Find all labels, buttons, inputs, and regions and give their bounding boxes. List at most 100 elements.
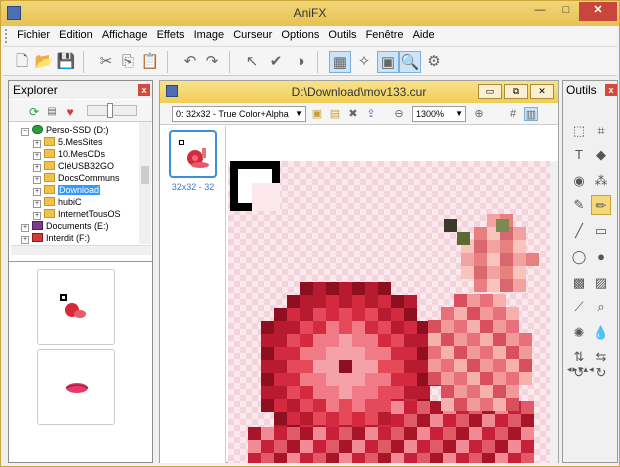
menu-image[interactable]: Image bbox=[191, 27, 228, 43]
eraser-icon[interactable]: ◆ bbox=[591, 145, 611, 165]
gradient-icon[interactable]: ▨ bbox=[591, 273, 611, 293]
check-icon[interactable]: ✔ bbox=[265, 51, 287, 73]
tree-node[interactable]: + hubiC bbox=[33, 196, 82, 208]
doc-close-button[interactable]: ✕ bbox=[530, 84, 554, 99]
insert-image-icon[interactable]: ▤ bbox=[328, 107, 342, 121]
tree-node[interactable]: − Perso-SSD (D:) bbox=[21, 124, 109, 136]
menu-options[interactable]: Options bbox=[278, 27, 322, 43]
select-icon[interactable]: ⬚ bbox=[569, 121, 589, 141]
tree-node[interactable]: + DocsCommuns bbox=[33, 172, 120, 184]
title-bar[interactable]: AniFX — □ ✕ bbox=[1, 1, 619, 26]
canvas-scrollbar[interactable] bbox=[550, 161, 558, 463]
tools-icon[interactable]: ⚙ bbox=[423, 51, 445, 73]
eyedropper-icon[interactable]: ⟋ bbox=[569, 297, 589, 317]
menu-fichier[interactable]: Fichier bbox=[14, 27, 53, 43]
drop-icon[interactable]: 💧 bbox=[591, 323, 611, 343]
cut-icon[interactable]: ✂ bbox=[95, 51, 117, 73]
cursor-thumbnail-lips[interactable] bbox=[37, 349, 115, 425]
hotspot-icon[interactable]: ◑ bbox=[289, 51, 311, 73]
tree-node[interactable]: + Download bbox=[33, 184, 101, 196]
delete-image-icon[interactable]: ✖ bbox=[346, 107, 360, 121]
tree-node[interactable]: +5.MesSites bbox=[33, 136, 103, 148]
doc-restore-button[interactable]: ⧉ bbox=[504, 84, 528, 99]
cursor-thumbnail-snail[interactable] bbox=[37, 269, 115, 345]
expand-toggle-icon[interactable]: + bbox=[33, 176, 41, 184]
brush-icon[interactable]: ✎ bbox=[569, 195, 589, 215]
expand-toggle-icon[interactable]: + bbox=[33, 188, 41, 196]
minimize-button[interactable]: — bbox=[527, 2, 553, 21]
slider-handle[interactable] bbox=[107, 103, 113, 118]
expand-toggle-icon[interactable]: + bbox=[21, 224, 29, 232]
preview-toggle-icon[interactable]: ▥ bbox=[524, 107, 538, 121]
expand-toggle-icon[interactable]: − bbox=[21, 128, 29, 136]
explorer-close-button[interactable]: x bbox=[138, 84, 150, 96]
tree-node[interactable]: + Interdit (F:) bbox=[21, 232, 90, 244]
menu-curseur[interactable]: Curseur bbox=[230, 27, 275, 43]
undo-icon[interactable]: ↶ bbox=[179, 51, 201, 73]
tools-close-button[interactable]: x bbox=[605, 84, 617, 96]
folder-icon bbox=[44, 161, 55, 170]
pixel-canvas[interactable] bbox=[228, 161, 550, 463]
document-title-bar[interactable]: D:\Download\mov133.cur ▭ ⧉ ✕ bbox=[160, 81, 558, 103]
expand-toggle-icon[interactable]: + bbox=[33, 212, 41, 220]
expand-toggle-icon[interactable]: + bbox=[33, 152, 41, 160]
grid-toggle-icon[interactable]: # bbox=[506, 107, 520, 121]
add-image-icon[interactable]: ▣ bbox=[310, 107, 324, 121]
paste-icon[interactable]: 📋 bbox=[139, 51, 161, 73]
line-icon[interactable]: ╱ bbox=[569, 221, 589, 241]
spray-icon[interactable]: ⁂ bbox=[591, 171, 611, 191]
crop-icon[interactable]: ⌗ bbox=[591, 121, 611, 141]
filled-ellipse-icon[interactable]: ● bbox=[591, 247, 611, 267]
tree-node[interactable]: + CléUSB32GO bbox=[33, 160, 114, 172]
close-button[interactable]: ✕ bbox=[579, 2, 617, 21]
format-select[interactable]: 0: 32x32 - True Color+Alpha ▼ bbox=[172, 106, 306, 122]
zoom-in-icon[interactable]: ⊕ bbox=[472, 107, 486, 121]
doc-minimize-button[interactable]: ▭ bbox=[478, 84, 502, 99]
frame-view-icon[interactable]: ▣ bbox=[377, 51, 399, 73]
tree-node[interactable]: + Documents (E:) bbox=[21, 220, 109, 232]
expand-toggle-icon[interactable]: + bbox=[33, 200, 41, 208]
zoom-select[interactable]: 1300% ▼ bbox=[412, 106, 466, 122]
open-folder-icon[interactable]: 📂 bbox=[33, 51, 55, 73]
zoom-icon[interactable]: 🔍 bbox=[399, 51, 421, 73]
tree-hscrollbar[interactable] bbox=[11, 245, 151, 255]
cursor-test-icon[interactable]: ↖ bbox=[241, 51, 263, 73]
zoom-out-icon[interactable]: ⊖ bbox=[392, 107, 406, 121]
frog-icon[interactable]: ✧ bbox=[353, 51, 375, 73]
text-icon[interactable]: T bbox=[569, 145, 589, 165]
rectangle-icon[interactable]: ▭ bbox=[591, 221, 611, 241]
tree-node[interactable]: + InternetTousOS bbox=[33, 208, 121, 220]
pattern-icon[interactable]: ▩ bbox=[569, 273, 589, 293]
menu-affichage[interactable]: Affichage bbox=[99, 27, 151, 43]
tree-scrollbar[interactable] bbox=[139, 122, 151, 244]
light-bulb-icon[interactable]: ✺ bbox=[569, 323, 589, 343]
expand-toggle-icon[interactable]: + bbox=[33, 140, 41, 148]
menu-aide[interactable]: Aide bbox=[410, 27, 438, 43]
redo-icon[interactable]: ↷ bbox=[201, 51, 223, 73]
tree-node[interactable]: +10.MesCDs bbox=[33, 148, 105, 160]
grid-view-icon[interactable]: ▦ bbox=[329, 51, 351, 73]
pencil-icon[interactable]: ✏ bbox=[591, 195, 611, 215]
explorer-splitter[interactable] bbox=[9, 261, 152, 262]
zoom-tool-icon[interactable]: ⌕ bbox=[591, 297, 611, 317]
maximize-button[interactable]: □ bbox=[553, 2, 579, 21]
fill-bucket-icon[interactable]: ◉ bbox=[569, 171, 589, 191]
chevron-down-icon: ▼ bbox=[295, 109, 303, 118]
menu-grip[interactable] bbox=[5, 29, 9, 43]
menu-outils[interactable]: Outils bbox=[325, 27, 359, 43]
menu-edition[interactable]: Edition bbox=[56, 27, 96, 43]
tree-node-label: hubiC bbox=[58, 197, 82, 207]
expand-toggle-icon[interactable]: + bbox=[21, 236, 29, 244]
favorite-heart-icon[interactable]: ♥ bbox=[59, 101, 81, 123]
export-image-icon[interactable]: ⇪ bbox=[364, 107, 378, 121]
copy-icon[interactable]: ⎘ bbox=[117, 51, 139, 73]
frame-thumbnail[interactable] bbox=[169, 130, 217, 178]
tree-scrollbar-thumb[interactable] bbox=[141, 166, 149, 184]
ellipse-icon[interactable]: ◯ bbox=[569, 247, 589, 267]
save-icon[interactable]: 💾 bbox=[55, 51, 77, 73]
new-file-icon[interactable]: 🗋 bbox=[11, 51, 33, 73]
nudge-arrows-icon[interactable]: ◂▸▾▴◂ bbox=[567, 364, 595, 375]
menu-effets[interactable]: Effets bbox=[154, 27, 188, 43]
expand-toggle-icon[interactable]: + bbox=[33, 164, 41, 172]
menu-fenetre[interactable]: Fenêtre bbox=[363, 27, 407, 43]
